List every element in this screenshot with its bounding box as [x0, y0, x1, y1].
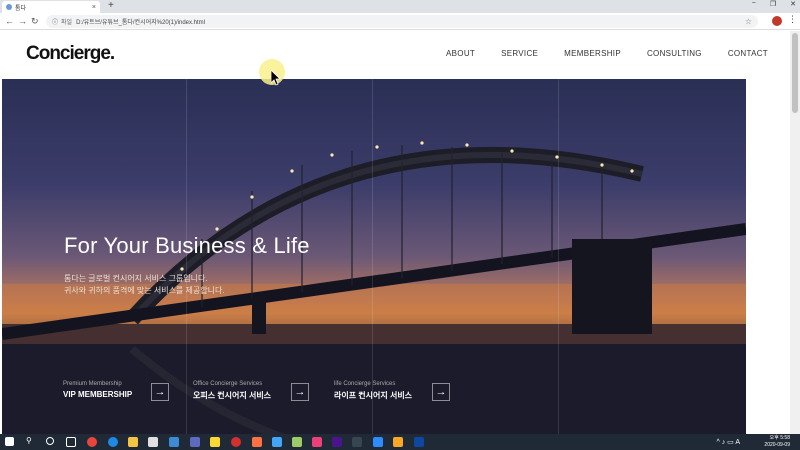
arrow-right-icon[interactable]: → [432, 383, 450, 401]
app-icon[interactable] [352, 437, 362, 447]
profile-avatar[interactable] [772, 16, 782, 26]
mouse-cursor-icon [271, 70, 281, 86]
app-icon[interactable] [272, 437, 282, 447]
nav-item-membership[interactable]: MEMBERSHIP [564, 49, 621, 58]
photoshop-icon[interactable] [414, 437, 424, 447]
favicon-icon [6, 4, 12, 10]
menu-dots-icon[interactable]: ⋮ [788, 14, 797, 25]
maximize-button[interactable]: ❐ [770, 0, 776, 8]
nav-item-about[interactable]: ABOUT [446, 49, 475, 58]
site-logo[interactable]: Concierge. [26, 43, 115, 65]
store-icon[interactable] [148, 437, 158, 447]
os-taskbar: ⚲ ^ ♪ ▭ A 오후 5:58 2020-09-09 [0, 434, 800, 450]
search-icon[interactable]: ⚲ [26, 436, 36, 446]
kakaotalk-icon[interactable] [210, 437, 220, 447]
reload-icon[interactable]: ↻ [31, 16, 39, 27]
tab-title: 톰다 [15, 5, 27, 12]
page-side-area [746, 79, 790, 434]
windows-start-icon[interactable] [5, 437, 14, 446]
tab-close-icon[interactable]: × [92, 4, 96, 11]
service-caption: life Concierge Services [334, 381, 396, 387]
back-arrow-icon[interactable]: ← [5, 16, 14, 26]
record-icon[interactable] [231, 437, 241, 447]
app-icon[interactable] [252, 437, 262, 447]
system-tray-icons[interactable]: ^ ♪ ▭ A [716, 438, 740, 446]
clock-time: 오후 5:58 [769, 435, 790, 441]
nav-item-service[interactable]: SERVICE [501, 49, 538, 58]
app-icon[interactable] [190, 437, 200, 447]
nav-item-consulting[interactable]: CONSULTING [647, 49, 702, 58]
address-bar: ← → ↻ ⓘ 파일 D:/유트브/유튜브_톰다/컨시어지%20(1)/inde… [0, 13, 800, 30]
ime-indicator[interactable]: A [735, 439, 740, 446]
file-label: 파일 [61, 20, 73, 26]
new-tab-button[interactable]: + [108, 0, 114, 11]
service-name: VIP MEMBERSHIP [63, 390, 133, 399]
cortana-icon[interactable] [46, 437, 54, 445]
chrome-icon[interactable] [87, 437, 97, 447]
grid-line [558, 79, 559, 434]
browser-tab-bar: 톰다 × + − ❐ ✕ [0, 0, 800, 13]
hero-title: For Your Business & Life [64, 233, 310, 258]
edge-icon[interactable] [108, 437, 118, 447]
close-window-button[interactable]: ✕ [790, 0, 796, 8]
info-icon: ⓘ [52, 20, 59, 26]
hero-subtitle-line: 귀사와 귀하의 품격에 맞는 서비스를 제공합니다. [64, 286, 225, 295]
url-text: D:/유트브/유튜브_톰다/컨시어지%20(1)/index.html [76, 20, 205, 26]
bookmark-star-icon[interactable]: ☆ [745, 17, 752, 26]
window-controls: − ❐ ✕ [752, 0, 796, 8]
zoom-icon[interactable] [373, 437, 383, 447]
service-name: 라이프 컨시어지 서비스 [334, 391, 413, 400]
app-icon[interactable] [292, 437, 302, 447]
scrollbar-thumb[interactable] [792, 33, 798, 113]
app-icon[interactable] [312, 437, 322, 447]
minimize-button[interactable]: − [752, 0, 756, 8]
service-vip-membership[interactable]: Premium Membership VIP MEMBERSHIP → [63, 381, 169, 401]
forward-arrow-icon[interactable]: → [18, 16, 27, 26]
main-nav: ABOUT SERVICE MEMBERSHIP CONSULTING CONT… [446, 49, 768, 58]
hero-banner: For Your Business & Life 톰다는 글로벌 컨시어지 서비… [2, 79, 746, 434]
file-explorer-icon[interactable] [128, 437, 138, 447]
mail-icon[interactable] [169, 437, 179, 447]
arrow-right-icon[interactable]: → [291, 383, 309, 401]
arrow-right-icon[interactable]: → [151, 383, 169, 401]
service-life-concierge[interactable]: life Concierge Services 라이프 컨시어지 서비스 → [334, 381, 450, 401]
nav-item-contact[interactable]: CONTACT [728, 49, 768, 58]
site-header: Concierge. ABOUT SERVICE MEMBERSHIP CONS… [0, 31, 790, 79]
service-office-concierge[interactable]: Office Concierge Services 오피스 컨시어지 서비스 → [193, 381, 309, 401]
hero-subtitle: 톰다는 글로벌 컨시어지 서비스 그룹입니다. 귀사와 귀하의 품격에 맞는 서… [64, 273, 225, 297]
service-name: 오피스 컨시어지 서비스 [193, 391, 272, 400]
service-caption: Office Concierge Services [193, 381, 263, 387]
app-icon[interactable] [393, 437, 403, 447]
url-input[interactable]: ⓘ 파일 D:/유트브/유튜브_톰다/컨시어지%20(1)/index.html… [46, 15, 758, 28]
clock[interactable]: 오후 5:58 2020-09-09 [764, 435, 790, 449]
clock-date: 2020-09-09 [764, 442, 790, 448]
browser-tab[interactable]: 톰다 × [2, 1, 100, 13]
service-caption: Premium Membership [63, 381, 122, 387]
hero-subtitle-line: 톰다는 글로벌 컨시어지 서비스 그룹입니다. [64, 274, 208, 283]
premiere-icon[interactable] [332, 437, 342, 447]
task-view-icon[interactable] [66, 437, 76, 447]
